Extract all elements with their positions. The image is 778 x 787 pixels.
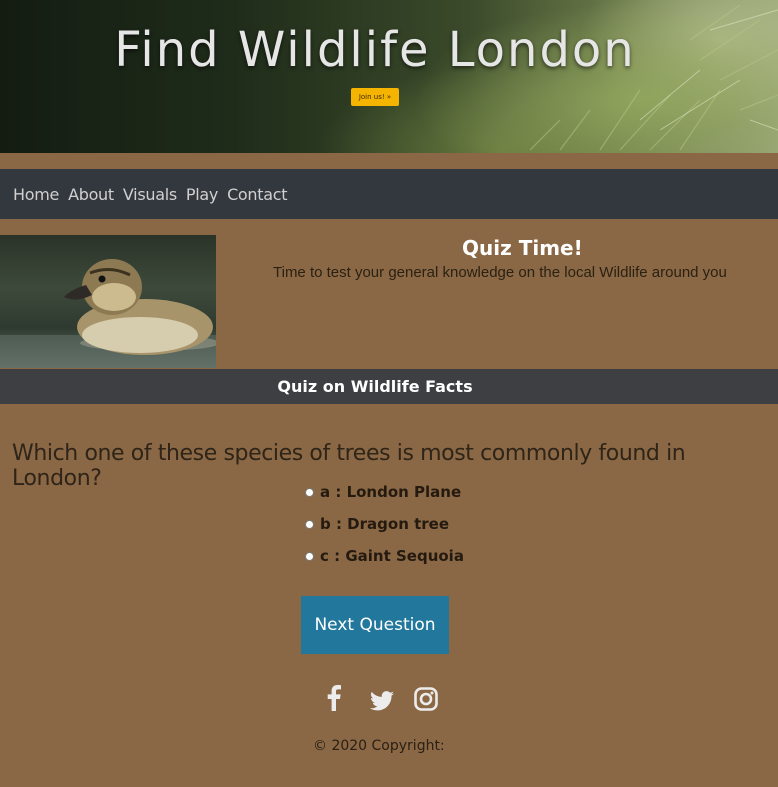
main-nav: Home About Visuals Play Contact — [0, 169, 778, 219]
option-b-radio[interactable] — [305, 519, 314, 529]
quiz-section-header: Quiz on Wildlife Facts — [0, 369, 778, 404]
facebook-icon[interactable] — [324, 685, 344, 715]
nav-item-home[interactable]: Home — [13, 185, 59, 204]
option-b-label: b : Dragon tree — [320, 515, 450, 533]
option-a-label: a : London Plane — [320, 483, 462, 501]
twitter-icon[interactable] — [370, 685, 394, 718]
option-c-label: c : Gaint Sequoia — [320, 547, 464, 565]
option-c-radio[interactable] — [305, 551, 314, 561]
hero-banner: Find Wildlife London Join us! » — [0, 0, 778, 153]
quiz-option-a[interactable]: a : London Plane — [305, 483, 461, 501]
quiz-time-subtitle: Time to test your general knowledge on t… — [273, 264, 727, 281]
quiz-time-heading: Quiz Time! — [462, 236, 583, 260]
duckling-photo — [0, 235, 216, 368]
option-a-radio[interactable] — [305, 487, 314, 497]
quiz-option-c[interactable]: c : Gaint Sequoia — [305, 547, 464, 565]
nav-item-play[interactable]: Play — [186, 185, 218, 204]
join-us-button[interactable]: Join us! » — [351, 88, 399, 106]
site-title: Find Wildlife London — [114, 22, 636, 78]
next-question-button[interactable]: Next Question — [301, 596, 449, 654]
copyright-text: © 2020 Copyright: — [313, 738, 445, 754]
nav-item-visuals[interactable]: Visuals — [123, 185, 177, 204]
nav-item-contact[interactable]: Contact — [227, 185, 287, 204]
quiz-section-title: Quiz on Wildlife Facts — [277, 377, 473, 396]
quiz-option-b[interactable]: b : Dragon tree — [305, 515, 449, 533]
instagram-icon[interactable] — [414, 685, 438, 716]
nav-item-about[interactable]: About — [68, 185, 114, 204]
